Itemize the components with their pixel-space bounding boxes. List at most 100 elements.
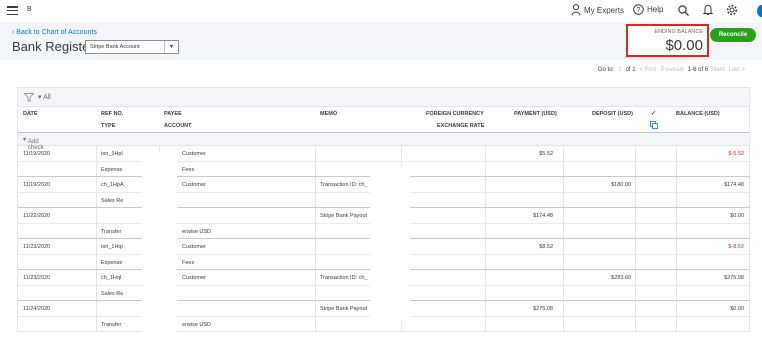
row-type: Expense bbox=[101, 259, 123, 266]
column-divider bbox=[635, 208, 636, 223]
column-divider bbox=[315, 285, 316, 300]
row-payee: Customer bbox=[182, 244, 206, 250]
col-balance: BALANCE (USD) bbox=[676, 111, 720, 117]
account-dropdown[interactable]: Stripe Bank Account ▾ bbox=[85, 40, 179, 54]
column-divider bbox=[315, 223, 316, 238]
column-divider bbox=[676, 239, 677, 254]
column-divider bbox=[96, 239, 97, 254]
filter-all-label: All bbox=[43, 94, 51, 101]
previous-page-link[interactable]: Previous bbox=[660, 67, 683, 73]
row-ref: txn_1Hpl bbox=[101, 151, 123, 157]
chevron-down-icon: ▾ bbox=[164, 41, 178, 53]
column-divider bbox=[563, 161, 564, 176]
column-divider bbox=[315, 177, 316, 192]
column-divider bbox=[96, 316, 97, 331]
row-type: Sales Re bbox=[101, 197, 124, 204]
row-date: 11/23/2020 bbox=[23, 275, 51, 281]
next-page-link[interactable]: Next bbox=[712, 67, 724, 73]
column-divider bbox=[676, 208, 677, 223]
row-memo: Transaction ID: ch_ bbox=[320, 182, 368, 188]
ending-balance-box: ENDING BALANCE $0.00 bbox=[626, 24, 709, 57]
column-divider bbox=[485, 177, 486, 192]
column-divider bbox=[485, 161, 486, 176]
column-divider bbox=[635, 301, 636, 316]
company-name: B bbox=[27, 6, 32, 13]
column-divider bbox=[635, 192, 636, 207]
hamburger-menu-icon[interactable] bbox=[7, 6, 18, 16]
my-experts-button[interactable]: My Experts bbox=[571, 4, 624, 16]
column-divider bbox=[563, 316, 564, 331]
col-exchange-rate: EXCHANGE RATE bbox=[437, 123, 485, 129]
back-to-chart-of-accounts-link[interactable]: ‹ Back to Chart of Accounts bbox=[12, 29, 97, 36]
last-page-link[interactable]: Last > bbox=[728, 67, 745, 73]
row-payee: Customer bbox=[182, 275, 206, 281]
person-icon bbox=[571, 4, 581, 16]
row-deposit: $283.60 bbox=[611, 275, 631, 281]
table-header: DATE REF NO. TYPE PAYEE ACCOUNT MEMO FOR… bbox=[18, 107, 749, 133]
column-divider bbox=[635, 254, 636, 269]
col-memo: MEMO bbox=[320, 111, 338, 117]
row-payee: Customer bbox=[182, 151, 206, 157]
row-account: Fees bbox=[182, 259, 195, 266]
col-type: TYPE bbox=[101, 123, 116, 129]
row-memo: Stripe Bank Payout bbox=[320, 213, 368, 219]
column-divider bbox=[563, 177, 564, 192]
goto-label: Go to: bbox=[597, 67, 615, 73]
column-divider bbox=[676, 177, 677, 192]
col-ref-no: REF NO. bbox=[101, 111, 124, 117]
column-divider bbox=[563, 192, 564, 207]
column-divider bbox=[96, 223, 97, 238]
row-balance: $275.08 bbox=[724, 275, 744, 281]
gear-icon[interactable] bbox=[726, 4, 738, 16]
reconcile-button[interactable]: Reconcile bbox=[710, 28, 756, 42]
redaction-block bbox=[142, 152, 177, 332]
pagination: Go to: 1 of 1 < First Previous 1-6 of 6 … bbox=[598, 67, 745, 73]
search-icon[interactable] bbox=[678, 5, 689, 16]
column-divider bbox=[635, 239, 636, 254]
bell-icon[interactable] bbox=[703, 4, 713, 16]
column-divider bbox=[676, 223, 677, 238]
column-divider bbox=[96, 161, 97, 176]
column-divider bbox=[315, 161, 316, 176]
column-divider bbox=[96, 285, 97, 300]
column-divider bbox=[315, 254, 316, 269]
column-divider bbox=[401, 146, 402, 161]
row-balance: $0.00 bbox=[730, 213, 744, 219]
top-bar: B My Experts ? Help bbox=[0, 0, 762, 22]
col-account: ACCOUNT bbox=[164, 123, 192, 129]
attachment-icon bbox=[650, 121, 658, 129]
column-divider bbox=[676, 270, 677, 285]
filter-dropdown[interactable]: ▾ All bbox=[38, 93, 51, 101]
column-divider bbox=[676, 301, 677, 316]
account-dropdown-value: Stripe Bank Account bbox=[90, 44, 140, 50]
column-divider bbox=[96, 270, 97, 285]
first-page-link[interactable]: < First bbox=[640, 67, 657, 73]
row-type: Transfer bbox=[101, 321, 122, 328]
help-button[interactable]: ? Help bbox=[633, 4, 663, 15]
table-row[interactable]: 11/19/2020 txn_1Hpl Customer $5.52 $-5.52 bbox=[18, 146, 749, 162]
row-memo: Stripe Bank Payout bbox=[320, 306, 368, 312]
page-of-label: of 1 bbox=[625, 67, 636, 73]
column-divider bbox=[96, 177, 97, 192]
column-divider bbox=[563, 270, 564, 285]
column-divider bbox=[485, 239, 486, 254]
redaction-block bbox=[370, 166, 410, 321]
column-divider bbox=[315, 239, 316, 254]
column-divider bbox=[635, 316, 636, 331]
page-input[interactable]: 1 bbox=[618, 67, 621, 73]
column-divider bbox=[485, 208, 486, 223]
row-payee: Customer bbox=[182, 182, 206, 188]
col-date[interactable]: DATE bbox=[23, 111, 38, 117]
row-account: erwise USD bbox=[182, 321, 212, 328]
column-divider bbox=[635, 223, 636, 238]
page-title: Bank Register bbox=[12, 39, 94, 54]
row-account: Fees bbox=[182, 166, 195, 173]
filter-icon[interactable] bbox=[24, 93, 34, 102]
row-date: 11/19/2020 bbox=[23, 182, 51, 188]
col-payee: PAYEE bbox=[164, 111, 182, 117]
column-divider bbox=[676, 285, 677, 300]
row-ref: ch_1Hql bbox=[101, 275, 122, 281]
add-check-dropdown[interactable]: Add check ▾ bbox=[18, 133, 749, 151]
column-divider bbox=[96, 208, 97, 223]
account-avatar[interactable] bbox=[757, 5, 762, 17]
